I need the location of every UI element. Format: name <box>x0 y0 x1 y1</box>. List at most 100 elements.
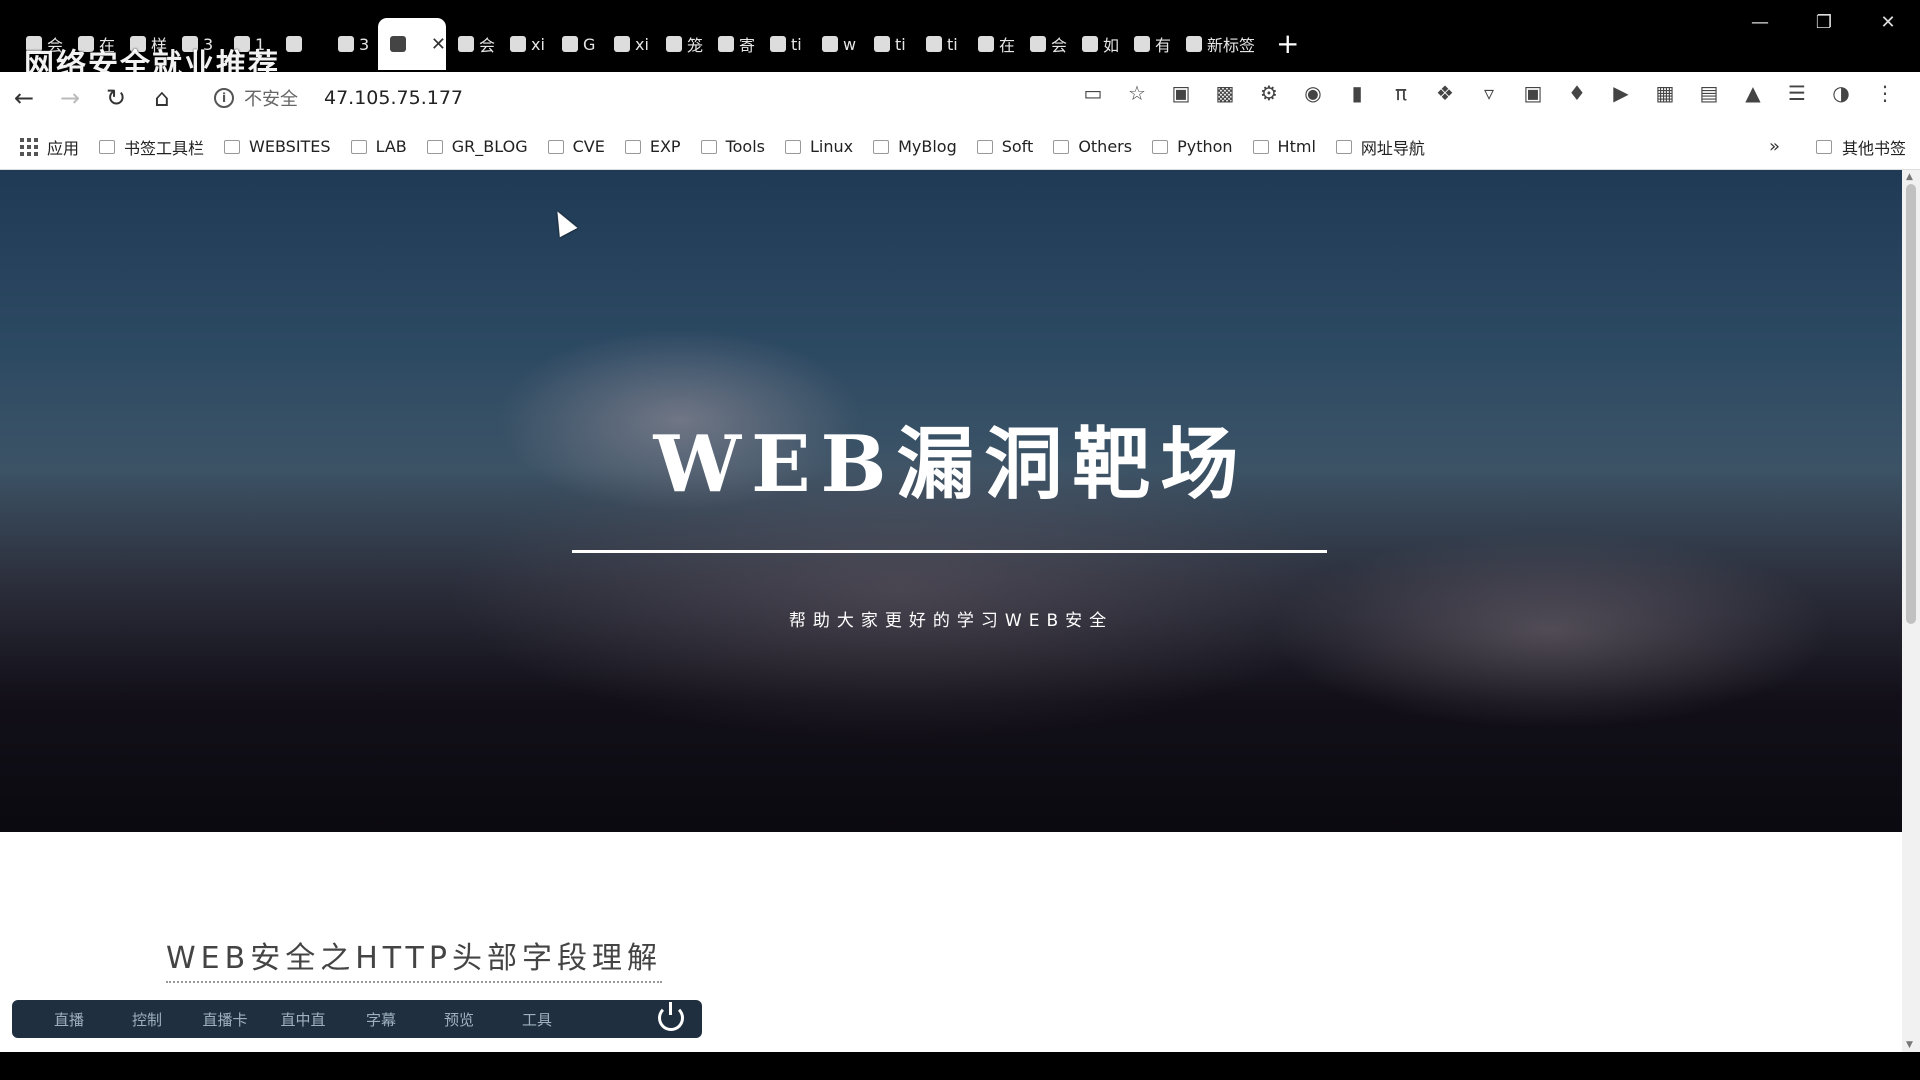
tab-label: xi <box>531 34 545 54</box>
bookmark-item[interactable]: 网址导航 <box>1335 135 1425 159</box>
cast-icon[interactable]: ▭ <box>1078 78 1108 108</box>
bookmark-item[interactable]: MyBlog <box>873 135 957 159</box>
floating-toolbar-item[interactable]: 控制 <box>108 1009 186 1030</box>
tab-active[interactable]: ✕ <box>378 18 446 70</box>
floating-toolbar-item[interactable]: 直播卡 <box>186 1009 264 1030</box>
tab[interactable]: xi <box>602 21 654 67</box>
reload-button[interactable]: ↻ <box>94 78 138 118</box>
new-tab-button[interactable]: + <box>1276 16 1299 72</box>
floating-toolbar-item[interactable]: 预览 <box>420 1009 498 1030</box>
bookmark-item[interactable]: Soft <box>976 135 1033 159</box>
bookmark-item[interactable]: EXP <box>624 135 681 159</box>
bookmark-label: MyBlog <box>898 137 957 156</box>
tab[interactable]: 会 <box>446 21 498 67</box>
folder-icon <box>224 139 241 154</box>
tab-favicon-icon <box>562 36 578 52</box>
tab[interactable]: xi <box>498 21 550 67</box>
folder-icon <box>350 139 367 154</box>
tab[interactable]: G <box>550 21 602 67</box>
article-title-link[interactable]: WEB安全之HTTP头部字段理解 <box>166 933 662 983</box>
extension-icon[interactable]: ▮ <box>1342 78 1372 108</box>
back-button[interactable]: ← <box>2 78 46 118</box>
bookmark-item[interactable]: WEBSITES <box>224 135 331 159</box>
bookmarks-overflow-button[interactable]: » <box>1769 136 1780 157</box>
play-icon[interactable]: ▶ <box>1606 78 1636 108</box>
mouse-cursor-icon <box>548 206 578 238</box>
extension-icon[interactable]: ▩ <box>1210 78 1240 108</box>
tab[interactable]: w <box>810 21 862 67</box>
tab[interactable]: 有 <box>1122 21 1174 67</box>
arrow-right-icon: → <box>59 84 81 112</box>
tab[interactable] <box>274 21 326 67</box>
bookmark-item[interactable]: Tools <box>700 135 765 159</box>
tab[interactable]: 在 <box>966 21 1018 67</box>
extension-icon[interactable]: ⚙ <box>1254 78 1284 108</box>
scroll-down-icon[interactable]: ▼ <box>1906 1040 1913 1050</box>
tab[interactable]: 新标签 <box>1174 21 1254 67</box>
url-text[interactable]: 47.105.75.177 <box>324 87 463 109</box>
extension-icon[interactable]: ▲ <box>1738 78 1768 108</box>
close-tab-icon[interactable]: ✕ <box>431 34 446 55</box>
tab[interactable]: 笼 <box>654 21 706 67</box>
tab-strip: 会在样 3 1 3 ✕ 会 xi Gxi 笼寄 ti w ti ti 在会如有新标签 + — ❐ ✕ <box>0 0 1920 72</box>
tab[interactable]: 3 <box>326 21 378 67</box>
extension-icon[interactable]: ▣ <box>1166 78 1196 108</box>
home-button[interactable]: ⌂ <box>140 78 184 118</box>
bookmark-item[interactable]: Python <box>1152 135 1233 159</box>
menu-icon[interactable]: ⋮ <box>1870 78 1900 108</box>
tab[interactable]: 如 <box>1070 21 1122 67</box>
minimize-button[interactable]: — <box>1728 0 1792 44</box>
bookmark-item[interactable]: LAB <box>350 135 407 159</box>
vertical-scrollbar[interactable]: ▲ ▼ <box>1902 170 1920 1052</box>
extension-icon[interactable]: ▦ <box>1650 78 1680 108</box>
bookmark-item[interactable]: 书签工具栏 <box>99 135 204 159</box>
scroll-up-icon[interactable]: ▲ <box>1906 172 1913 182</box>
tab-favicon-icon <box>1030 36 1046 52</box>
floating-toolbar: 直播 控制 直播卡 直中直 字幕 预览 工具 <box>12 1000 702 1038</box>
profile-icon[interactable]: ◑ <box>1826 78 1856 108</box>
folder-icon <box>624 139 641 154</box>
star-icon[interactable]: ☆ <box>1122 78 1152 108</box>
scrollbar-thumb[interactable] <box>1906 184 1916 624</box>
floating-toolbar-item[interactable]: 直播 <box>30 1009 108 1030</box>
floating-toolbar-item[interactable]: 字幕 <box>342 1009 420 1030</box>
tab[interactable]: ti <box>862 21 914 67</box>
power-icon[interactable] <box>658 1002 684 1031</box>
bookmark-item[interactable]: GR_BLOG <box>426 135 528 159</box>
tab-label: 会 <box>479 36 496 55</box>
extension-icon[interactable]: ▤ <box>1694 78 1724 108</box>
tab[interactable]: 会 <box>1018 21 1070 67</box>
tab[interactable]: ti <box>758 21 810 67</box>
extension-icon[interactable]: ▿ <box>1474 78 1504 108</box>
tab[interactable]: 寄 <box>706 21 758 67</box>
bookmark-item[interactable]: Linux <box>784 135 853 159</box>
floating-toolbar-item[interactable]: 工具 <box>498 1009 576 1030</box>
info-icon[interactable]: i <box>214 88 234 108</box>
extension-icon[interactable]: ❖ <box>1430 78 1460 108</box>
bookmark-label: WEBSITES <box>249 137 331 156</box>
home-icon: ⌂ <box>154 84 170 112</box>
extension-icon[interactable]: ♦ <box>1562 78 1592 108</box>
extension-icon[interactable]: ▣ <box>1518 78 1548 108</box>
bookmarks-bar: 应用 书签工具栏 WEBSITES LAB GR_BLOG CVE EXP Tools Lin… <box>0 124 1920 170</box>
php-icon[interactable]: π <box>1386 78 1416 108</box>
tab-favicon-icon <box>1134 36 1150 52</box>
tab-label: ti <box>791 34 802 54</box>
floating-toolbar-items: 直播 控制 直播卡 直中直 字幕 预览 工具 <box>30 1009 576 1030</box>
folder-icon <box>1252 139 1269 154</box>
bookmark-item[interactable]: Others <box>1053 135 1132 159</box>
tab[interactable]: ti <box>914 21 966 67</box>
forward-button[interactable]: → <box>48 78 92 118</box>
address-bar[interactable]: i 不安全 47.105.75.177 <box>214 78 1014 118</box>
extension-icon[interactable]: ◉ <box>1298 78 1328 108</box>
bookmark-item[interactable]: CVE <box>547 135 605 159</box>
bookmark-apps[interactable]: 应用 <box>20 135 79 159</box>
bookmark-label: EXP <box>649 137 681 156</box>
close-window-button[interactable]: ✕ <box>1856 0 1920 44</box>
extension-icon[interactable]: ☰ <box>1782 78 1812 108</box>
other-bookmarks[interactable]: 其他书签 <box>1815 135 1906 159</box>
bookmark-label: Html <box>1277 137 1316 156</box>
restore-button[interactable]: ❐ <box>1792 0 1856 44</box>
bookmark-item[interactable]: Html <box>1252 135 1316 159</box>
floating-toolbar-item[interactable]: 直中直 <box>264 1009 342 1030</box>
